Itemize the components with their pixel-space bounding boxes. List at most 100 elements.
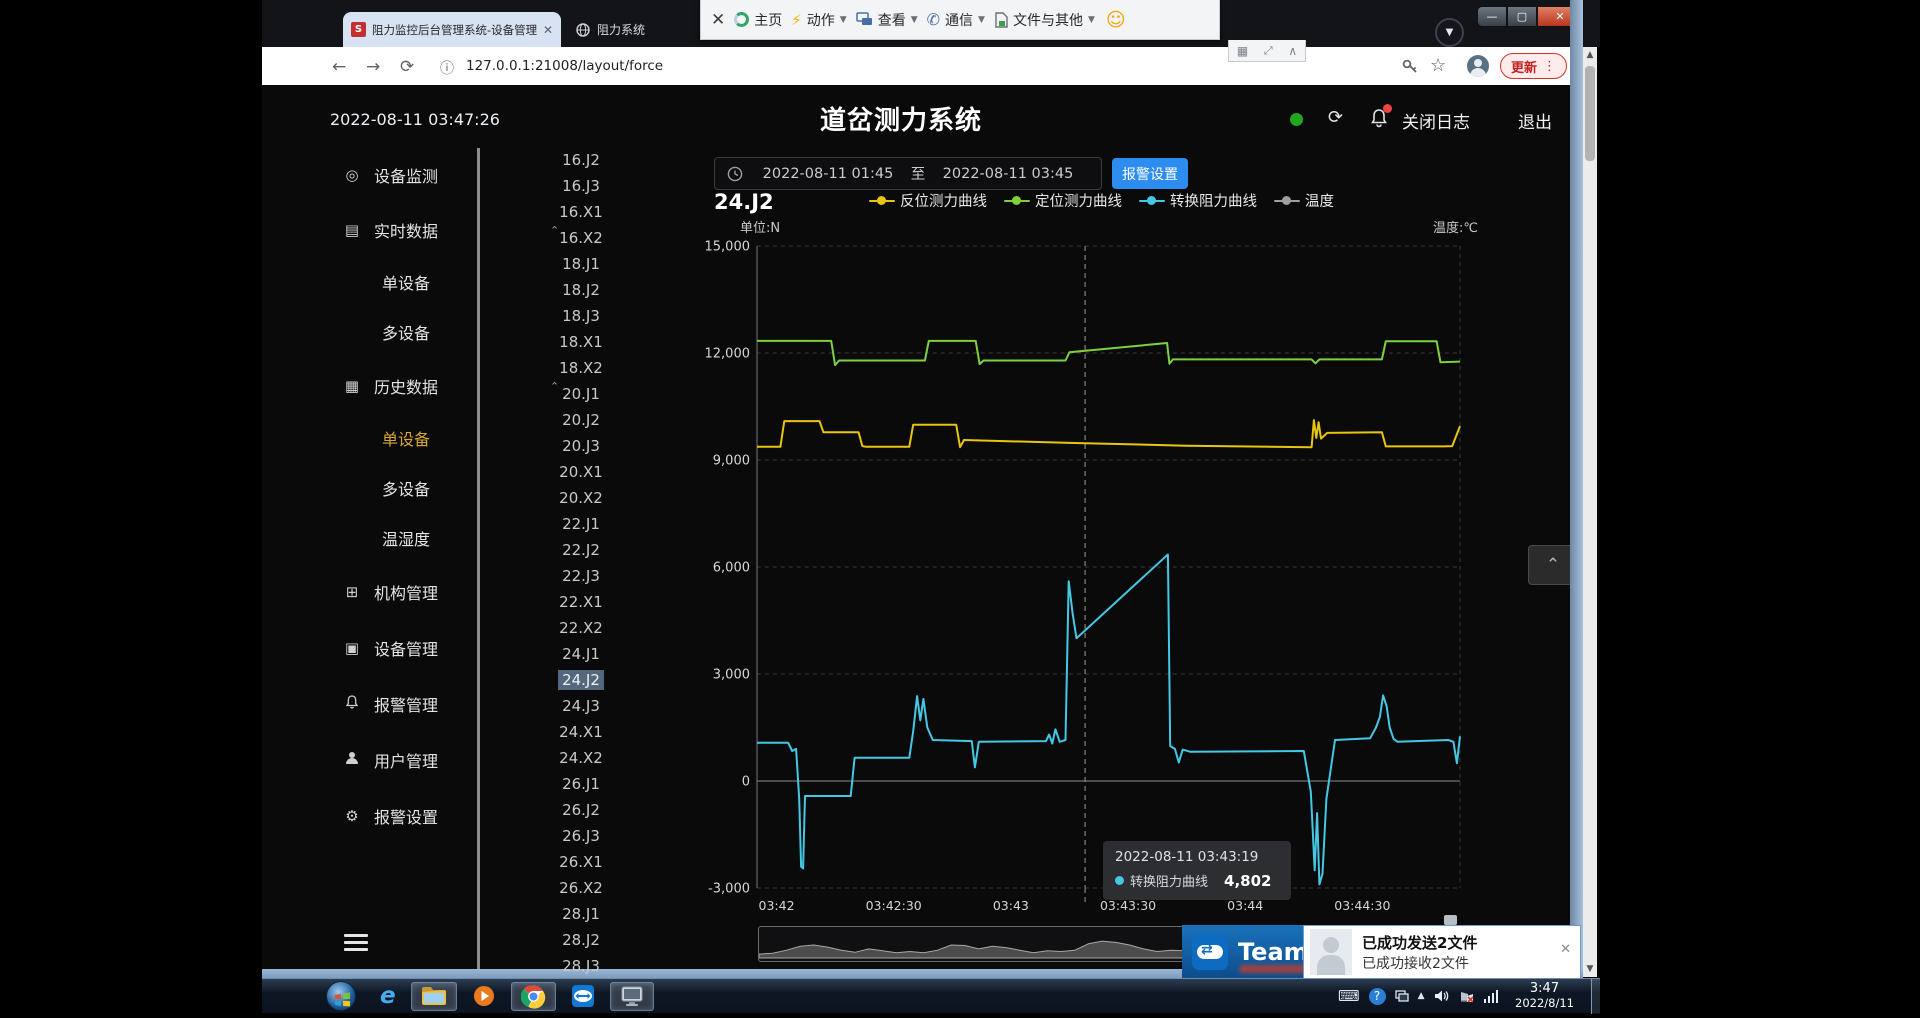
file-transfer-notification[interactable]: 已成功发送2文件 已成功接收2文件 ✕ [1303,925,1581,979]
sidebar-item-3[interactable]: 单设备 [262,265,478,299]
sidebar-scrollbar[interactable] [477,148,480,977]
sidebar-item-13[interactable]: ⚙报警设置 [262,799,478,833]
time-range-picker[interactable]: 2022-08-11 01:45 至 2022-08-11 03:45 [714,157,1102,190]
grid-handle-icon[interactable]: ▦ [1237,44,1248,58]
tv-menu-通信[interactable]: ✆通信▼ [927,10,985,30]
notification-close-icon[interactable]: ✕ [1560,942,1571,957]
sidebar-item-7[interactable]: 多设备 [262,471,478,505]
maximize-button[interactable]: ▢ [1507,6,1537,27]
sidebar-item-2[interactable]: ▤实时数据⌃ [262,213,478,247]
fullscreen-icon[interactable]: ⤢ [1264,44,1273,58]
time-to-input[interactable]: 2022-08-11 03:45 [933,166,1083,182]
device-list-item[interactable]: 16.X2 [481,225,681,251]
close-log-button[interactable]: 关闭日志 [1402,108,1470,133]
chrome-update-button[interactable]: 更新 ⋮ [1500,53,1567,79]
taskbar-clock[interactable]: 3:47 2022/8/11 [1515,982,1574,1010]
network-icon[interactable] [1459,989,1475,1003]
profile-avatar[interactable] [1467,55,1489,77]
device-list-item[interactable]: 24.J1 [481,641,681,667]
tv-menu-文件与其他[interactable]: 文件与其他▼ [994,10,1095,30]
legend-item[interactable]: 定位测力曲线 [1004,190,1122,211]
tv-menu-动作[interactable]: ⚡动作▼ [791,10,846,30]
show-desktop-button[interactable] [1591,979,1600,1014]
device-list-item[interactable]: 18.J1 [481,251,681,277]
collapse-up-icon[interactable]: ∧ [1288,44,1297,58]
window-tray-icon[interactable] [1395,990,1409,1002]
page-scrollbar[interactable] [1583,47,1597,977]
device-list-item[interactable]: 26.X1 [481,849,681,875]
device-list-item[interactable]: 18.J2 [481,277,681,303]
sidebar-item-4[interactable]: 多设备 [262,315,478,349]
sidebar-item-1[interactable]: ◎设备监测 [262,158,478,192]
device-list-item[interactable]: 24.X1 [481,719,681,745]
taskbar-explorer-icon[interactable] [411,982,457,1011]
start-button[interactable] [317,982,365,1011]
device-list-item[interactable]: 26.J2 [481,797,681,823]
teamviewer-mini-controls[interactable]: ▦ ⤢ ∧ [1228,40,1306,62]
device-list-item[interactable]: 22.J1 [481,511,681,537]
legend-item[interactable]: 反位测力曲线 [869,190,987,211]
force-chart[interactable]: 15,00012,0009,0006,0003,0000-3,00003:420… [700,230,1583,922]
sidebar-item-12[interactable]: 用户管理 [262,743,478,777]
device-list-item[interactable]: 26.J1 [481,771,681,797]
menu-dots-icon[interactable]: ⋮ [1543,59,1556,74]
device-list-item[interactable]: 24.J3 [481,693,681,719]
scroll-up-arrow[interactable]: ▲ [1583,47,1597,63]
device-list-item[interactable]: 20.X1 [481,459,681,485]
device-list-item[interactable]: 16.X1 [481,199,681,225]
feedback-smiley-icon[interactable]: ☺ [1106,9,1126,31]
taskbar-ie-icon[interactable]: e [371,982,405,1011]
device-list-item[interactable]: 28.J1 [481,901,681,927]
device-list-item[interactable]: 18.X1 [481,329,681,355]
legend-item[interactable]: 温度 [1274,190,1334,211]
site-info-icon[interactable]: ⓘ [440,58,454,78]
minimize-button[interactable]: — [1477,6,1507,27]
sidebar-item-6[interactable]: 单设备 [262,421,478,455]
scroll-down-arrow[interactable]: ▼ [1583,961,1597,977]
volume-icon[interactable] [1434,989,1450,1003]
device-list-item[interactable]: 20.J1 [481,381,681,407]
device-list-item[interactable]: 26.X2 [481,875,681,901]
tv-menu-查看[interactable]: 查看▼ [856,10,918,30]
taskbar-teamviewer-icon[interactable] [562,982,604,1011]
scrollbar-thumb[interactable] [1585,66,1595,161]
tv-close-icon[interactable]: ✕ [711,10,725,30]
device-list-item[interactable]: 22.J2 [481,537,681,563]
hamburger-menu-icon[interactable] [344,934,368,953]
minimap-handle[interactable] [1444,915,1457,925]
taskbar-remote-app-icon[interactable] [610,982,654,1011]
device-list-item[interactable]: 22.J3 [481,563,681,589]
sidebar-item-10[interactable]: ▣设备管理 [262,631,478,665]
bell-icon[interactable] [1370,108,1388,132]
device-list-item[interactable]: 20.X2 [481,485,681,511]
device-list-item[interactable]: 24.X2 [481,745,681,771]
alarm-settings-button[interactable]: 报警设置 [1112,158,1188,189]
device-list-item[interactable]: 22.X2 [481,615,681,641]
taskbar-media-icon[interactable] [463,982,505,1011]
forward-icon[interactable]: → [366,57,380,77]
time-from-input[interactable]: 2022-08-11 01:45 [753,166,903,182]
reload-icon[interactable]: ⟳ [400,57,414,77]
sidebar-item-8[interactable]: 温湿度 [262,521,478,555]
device-list-item[interactable]: 16.J2 [481,147,681,173]
sidebar-item-11[interactable]: 报警管理 [262,687,478,721]
tab-close-icon[interactable]: ✕ [543,23,553,37]
sidebar-item-9[interactable]: ⊞机构管理 [262,575,478,609]
device-list-item[interactable]: 20.J3 [481,433,681,459]
browser-tab-admin[interactable]: S 阻力监控后台管理系统-设备管理 ✕ [343,12,561,47]
device-list-item[interactable]: 22.X1 [481,589,681,615]
browser-tab-force[interactable]: 阻力系统 [566,12,678,47]
help-icon[interactable]: ? [1369,988,1386,1005]
device-list-item[interactable]: 28.J2 [481,927,681,953]
device-list-item[interactable]: 24.J2 [481,667,681,693]
refresh-icon[interactable]: ⟳ [1328,107,1343,128]
device-list-item[interactable]: 20.J2 [481,407,681,433]
device-list-item[interactable]: 28.J3 [481,953,681,979]
key-icon[interactable] [1400,56,1420,76]
signal-bars-icon[interactable] [1484,990,1499,1003]
tv-collapse-circle[interactable]: ▼ [1435,18,1464,47]
device-list-item[interactable]: 18.J3 [481,303,681,329]
device-list-item[interactable]: 18.X2 [481,355,681,381]
url-bar[interactable]: 127.0.0.1:21008/layout/force [466,58,663,74]
tv-menu-主页[interactable]: 主页 [734,10,782,30]
